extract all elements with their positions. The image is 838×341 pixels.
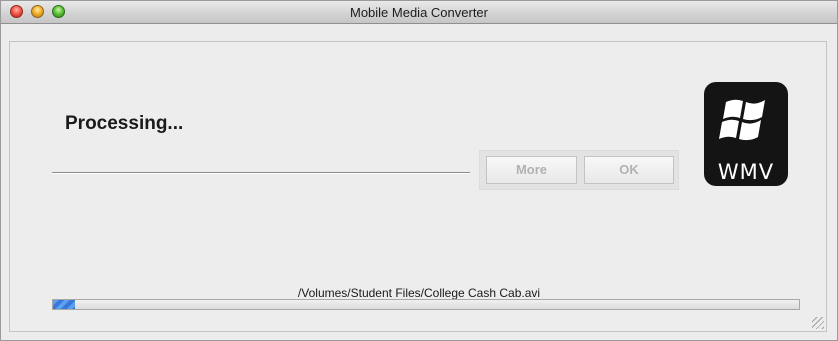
ok-button[interactable]: OK — [584, 156, 674, 184]
wmv-logo: WMV — [704, 82, 788, 186]
progress-fill — [53, 300, 76, 309]
windows-flag-icon — [719, 99, 765, 141]
content-panel: Processing... More OK WMV /Volumes/Stude… — [9, 41, 827, 332]
button-group: More OK — [479, 150, 679, 190]
progress-bar — [52, 299, 800, 310]
status-heading: Processing... — [65, 113, 184, 134]
window-title: Mobile Media Converter — [349, 5, 488, 20]
wmv-logo-text: WMV — [717, 160, 775, 184]
file-path-label: /Volumes/Student Files/College Cash Cab.… — [297, 286, 541, 300]
divider-line — [52, 172, 470, 174]
converter-window: Mobile Media Converter Processing... Mor… — [0, 0, 838, 341]
resize-grip[interactable] — [812, 317, 824, 329]
title-bar[interactable]: Mobile Media Converter — [1, 1, 837, 24]
more-button[interactable]: More — [486, 156, 577, 184]
